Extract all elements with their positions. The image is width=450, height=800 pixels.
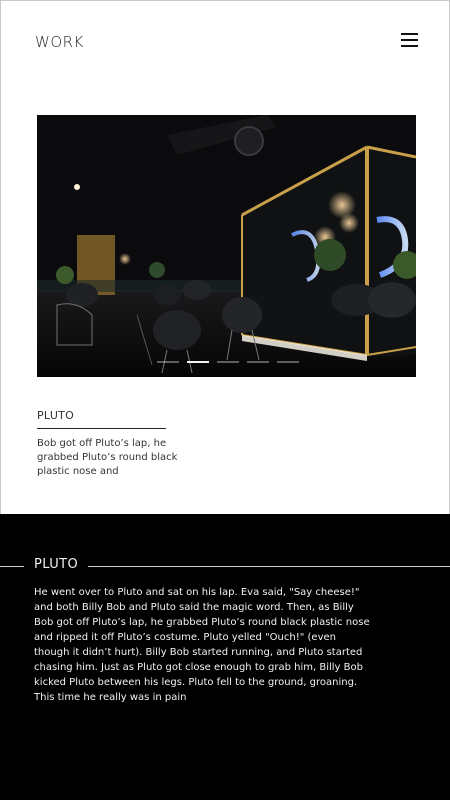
carousel-dot-3[interactable] (217, 361, 239, 363)
carousel-dots (157, 361, 299, 363)
detail-body-text: He went over to Pluto and sat on his lap… (34, 587, 370, 703)
card-title[interactable]: PLUTO (37, 409, 74, 422)
menu-bar-1 (401, 33, 418, 35)
carousel-dot-5[interactable] (277, 361, 299, 363)
carousel-dot-1[interactable] (157, 361, 179, 363)
card-title-underline (37, 428, 166, 429)
page-title: WORK (35, 33, 84, 51)
menu-bar-3 (401, 45, 418, 47)
carousel-dot-4[interactable] (247, 361, 269, 363)
detail-rule-left (0, 566, 24, 567)
detail-title: PLUTO (34, 557, 79, 572)
hero-image[interactable] (37, 115, 416, 377)
work-card: WORK PLUTO Bob got off Pluto’s lap, he g… (0, 0, 450, 514)
restaurant-photo (37, 115, 416, 377)
detail-rule-right (88, 566, 450, 567)
carousel-dot-2[interactable] (187, 361, 209, 363)
card-excerpt: Bob got off Pluto’s lap, he grabbed Plut… (37, 438, 178, 477)
menu-bar-2 (401, 39, 418, 41)
hamburger-menu-icon[interactable] (401, 32, 419, 48)
